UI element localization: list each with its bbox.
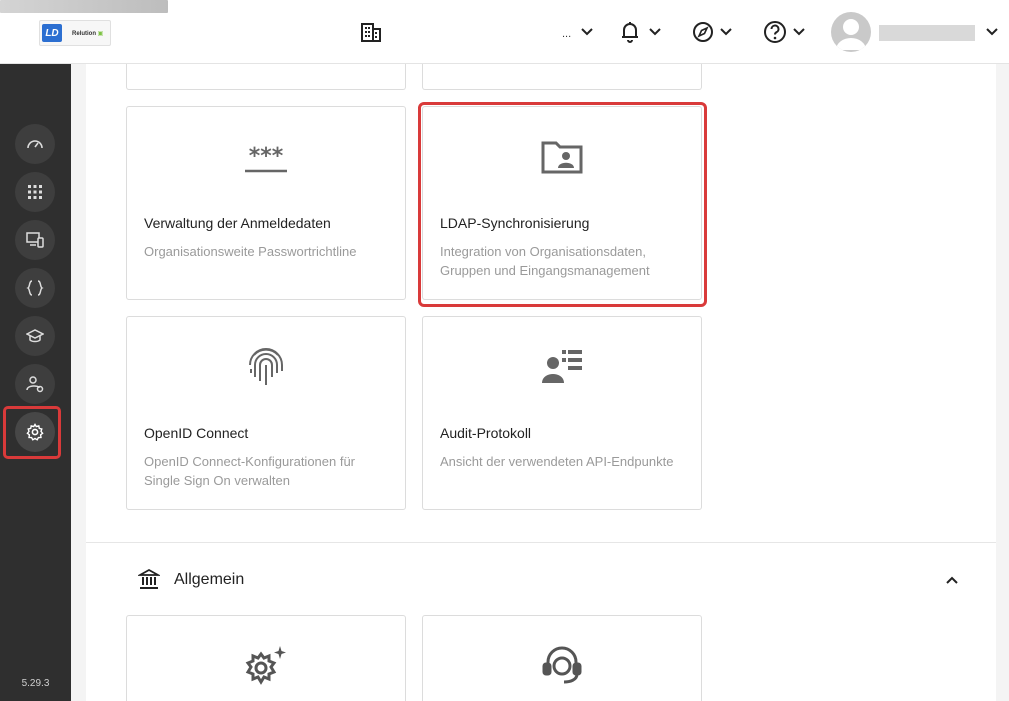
card-title: Verwaltung der Anmeldedaten [144, 215, 331, 231]
logo-mark: LD [42, 24, 62, 42]
help-icon[interactable] [763, 18, 787, 46]
users-settings-icon[interactable] [15, 364, 55, 404]
card-title: Audit-Protokoll [440, 425, 532, 441]
building-icon[interactable] [360, 18, 382, 46]
org-name-ellipsis: ... [562, 28, 572, 40]
education-icon[interactable] [15, 316, 55, 356]
organization-name[interactable] [0, 0, 168, 13]
card-credentials[interactable]: *** Verwaltung der Anmeldedaten Organisa… [126, 106, 406, 300]
card-openid[interactable]: OpenID Connect OpenID Connect-Konfigurat… [126, 316, 406, 510]
section-title: Allgemein [174, 571, 245, 588]
compass-icon[interactable] [692, 18, 714, 46]
password-icon: *** [127, 145, 405, 175]
fingerprint-icon [127, 345, 405, 389]
apps-grid-icon[interactable] [15, 172, 55, 212]
card-general-settings[interactable] [126, 615, 406, 701]
bell-icon[interactable] [620, 18, 640, 46]
chevron-down-icon[interactable] [984, 24, 1000, 40]
dashboard-icon[interactable] [15, 124, 55, 164]
code-braces-icon[interactable] [15, 268, 55, 308]
section-divider [86, 542, 996, 543]
devices-icon[interactable] [15, 220, 55, 260]
sidebar: 5.29.3 [0, 64, 71, 701]
chevron-up-icon[interactable] [944, 572, 960, 588]
chevron-down-icon[interactable] [647, 24, 663, 40]
bank-icon [136, 568, 162, 595]
ldap-highlight-box [418, 102, 707, 307]
audit-log-icon [423, 347, 701, 385]
card-audit-log[interactable]: Audit-Protokoll Ansicht der verwendeten … [422, 316, 702, 510]
user-name[interactable] [879, 25, 975, 41]
card-description: OpenID Connect-Konfigurationen für Singl… [144, 454, 356, 488]
logo-brand: Relution [72, 30, 96, 37]
chevron-down-icon[interactable] [579, 24, 595, 40]
chevron-down-icon[interactable] [791, 24, 807, 40]
gear-sparkle-icon [127, 644, 405, 686]
top-header: LD Relution ▣ ... [0, 0, 1009, 64]
app-version: 5.29.3 [21, 678, 50, 689]
chevron-down-icon[interactable] [718, 24, 734, 40]
settings-highlight-box [3, 406, 61, 459]
card-description: Organisationsweite Passwortrichtline [144, 244, 357, 259]
card-description: Ansicht der verwendeten API-Endpunkte [440, 454, 674, 469]
support-headset-icon [423, 644, 701, 686]
card-support[interactable] [422, 615, 702, 701]
svg-text:***: *** [249, 145, 284, 169]
company-logo[interactable]: LD Relution ▣ [39, 20, 111, 46]
user-avatar[interactable] [831, 12, 871, 52]
card-title: OpenID Connect [144, 425, 249, 441]
